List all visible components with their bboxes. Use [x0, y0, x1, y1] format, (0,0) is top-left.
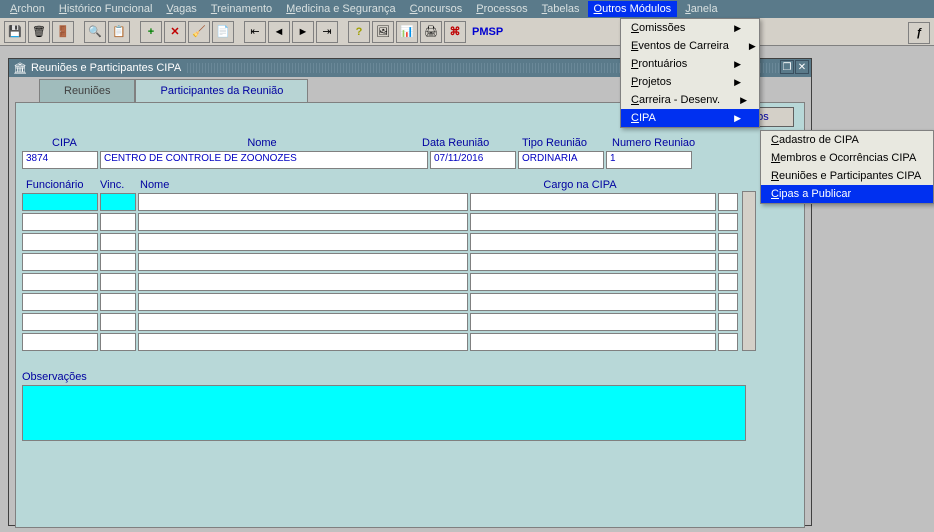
- menu-carreira-desenv[interactable]: Carreira - Desenv.▶: [621, 91, 759, 109]
- search-icon[interactable]: 🔍: [84, 21, 106, 43]
- menu-historico[interactable]: Histórico Funcional: [53, 1, 159, 17]
- sub-header-row: Funcionário Vinc. Nome Cargo na CIPA: [22, 179, 798, 191]
- first-icon[interactable]: ⇤: [244, 21, 266, 43]
- main-header-row: CIPA Nome Data Reunião Tipo Reunião Nume…: [22, 137, 798, 149]
- help-icon[interactable]: ?: [348, 21, 370, 43]
- chevron-right-icon: ▶: [734, 59, 741, 70]
- tipo-field[interactable]: ORDINARIA: [518, 151, 604, 169]
- sub-cargo-label: Cargo na CIPA: [480, 179, 680, 191]
- menu-prontuarios[interactable]: Prontuários▶: [621, 55, 759, 73]
- nome-field[interactable]: CENTRO DE CONTROLE DE ZOONOZES: [100, 151, 428, 169]
- chevron-right-icon: ▶: [734, 23, 741, 34]
- menu-vagas[interactable]: Vagas: [160, 1, 202, 17]
- tab-participantes[interactable]: Participantes da Reunião: [135, 79, 308, 102]
- menu-concursos[interactable]: Concursos: [404, 1, 469, 17]
- chevron-right-icon: ▶: [734, 113, 741, 124]
- next-icon[interactable]: ►: [292, 21, 314, 43]
- sub-func-label: Funcionário: [22, 179, 100, 191]
- obs-label: Observações: [22, 371, 798, 383]
- menu-membros-ocorrencias[interactable]: Membros e Ocorrências CIPA: [761, 149, 933, 167]
- window-icon: 🏛: [13, 62, 27, 75]
- func-cell[interactable]: [22, 193, 98, 211]
- grid-scrollbar[interactable]: [742, 191, 756, 351]
- participants-grid: [22, 193, 738, 353]
- restore-icon[interactable]: ❐: [780, 60, 794, 74]
- remove-icon[interactable]: ✕: [164, 21, 186, 43]
- menu-outros-modulos[interactable]: Outros Módulos: [588, 1, 678, 17]
- tab-reunioes[interactable]: Reuniões: [39, 79, 135, 102]
- col-numero-label: Numero Reuniao: [612, 137, 712, 149]
- content-panel: Inserir todos Membros CIPA Nome Data Reu…: [15, 102, 805, 528]
- save-icon[interactable]: 💾: [4, 21, 26, 43]
- toolbar: 💾 🗑 🚪 🔍 📋 + ✕ 🧹 📄 ⇤ ◄ ► ⇥ ? 🖼 📊 🖨 ⌘ PMSP: [0, 18, 934, 46]
- menu-medicina[interactable]: Medicina e Segurança: [280, 1, 401, 17]
- fx-button[interactable]: ƒ: [908, 22, 930, 44]
- last-icon[interactable]: ⇥: [316, 21, 338, 43]
- extra-cell[interactable]: [718, 193, 738, 211]
- obs-textarea[interactable]: [22, 385, 746, 441]
- cipa-field[interactable]: 3874: [22, 151, 98, 169]
- table-row[interactable]: [22, 313, 738, 331]
- table-row[interactable]: [22, 193, 738, 211]
- table-row[interactable]: [22, 213, 738, 231]
- chevron-right-icon: ▶: [749, 41, 756, 52]
- sub-vinc-label: Vinc.: [100, 179, 140, 191]
- col-cipa-label: CIPA: [22, 137, 102, 149]
- menu-comissoes[interactable]: Comissões▶: [621, 19, 759, 37]
- inner-window: 🏛 Reuniões e Participantes CIPA ❐ ✕ Reun…: [8, 58, 812, 526]
- menu-treinamento[interactable]: Treinamento: [205, 1, 278, 17]
- print-icon[interactable]: 🖨: [420, 21, 442, 43]
- col-nome-label: Nome: [102, 137, 422, 149]
- window-title: Reuniões e Participantes CIPA: [31, 62, 181, 74]
- exit-icon[interactable]: 🚪: [52, 21, 74, 43]
- numero-field[interactable]: 1: [606, 151, 692, 169]
- cipa-submenu: Cadastro de CIPA Membros e Ocorrências C…: [760, 130, 934, 204]
- menu-archon[interactable]: Archon: [4, 1, 51, 17]
- menu-tabelas[interactable]: Tabelas: [536, 1, 586, 17]
- table-row[interactable]: [22, 293, 738, 311]
- cargo-cell[interactable]: [470, 193, 716, 211]
- menu-projetos[interactable]: Projetos▶: [621, 73, 759, 91]
- main-data-row: 3874 CENTRO DE CONTROLE DE ZOONOZES 07/1…: [22, 151, 798, 169]
- col-data-label: Data Reunião: [422, 137, 522, 149]
- brand-icon[interactable]: ⌘: [444, 21, 466, 43]
- table-row[interactable]: [22, 233, 738, 251]
- menu-janela[interactable]: Janela: [679, 1, 723, 17]
- clear-icon[interactable]: 🧹: [188, 21, 210, 43]
- menu-cipas-publicar[interactable]: Cipas a Publicar: [761, 185, 933, 203]
- tool1-icon[interactable]: 🖼: [372, 21, 394, 43]
- app-window: Archon Histórico Funcional Vagas Treinam…: [0, 0, 934, 532]
- table-row[interactable]: [22, 273, 738, 291]
- table-row[interactable]: [22, 253, 738, 271]
- table-row[interactable]: [22, 333, 738, 351]
- tool2-icon[interactable]: 📊: [396, 21, 418, 43]
- menu-processos[interactable]: Processos: [470, 1, 533, 17]
- data-field[interactable]: 07/11/2016: [430, 151, 516, 169]
- menu-eventos-carreira[interactable]: Eventos de Carreira▶: [621, 37, 759, 55]
- sub-nome-label: Nome: [140, 179, 480, 191]
- col-tipo-label: Tipo Reunião: [522, 137, 612, 149]
- vinc-cell[interactable]: [100, 193, 136, 211]
- chevron-right-icon: ▶: [740, 95, 747, 106]
- close-icon[interactable]: ✕: [795, 60, 809, 74]
- chevron-right-icon: ▶: [734, 77, 741, 88]
- delete-icon[interactable]: 🗑: [28, 21, 50, 43]
- brand-label: PMSP: [472, 26, 503, 38]
- add-icon[interactable]: +: [140, 21, 162, 43]
- nome-cell[interactable]: [138, 193, 468, 211]
- outros-modulos-menu: Comissões▶ Eventos de Carreira▶ Prontuár…: [620, 18, 760, 128]
- menu-cadastro-cipa[interactable]: Cadastro de CIPA: [761, 131, 933, 149]
- menu-cipa[interactable]: CIPA▶: [621, 109, 759, 127]
- copy-icon[interactable]: 📄: [212, 21, 234, 43]
- menu-reunioes-participantes[interactable]: Reuniões e Participantes CIPA: [761, 167, 933, 185]
- prev-icon[interactable]: ◄: [268, 21, 290, 43]
- list-icon[interactable]: 📋: [108, 21, 130, 43]
- menubar: Archon Histórico Funcional Vagas Treinam…: [0, 0, 934, 18]
